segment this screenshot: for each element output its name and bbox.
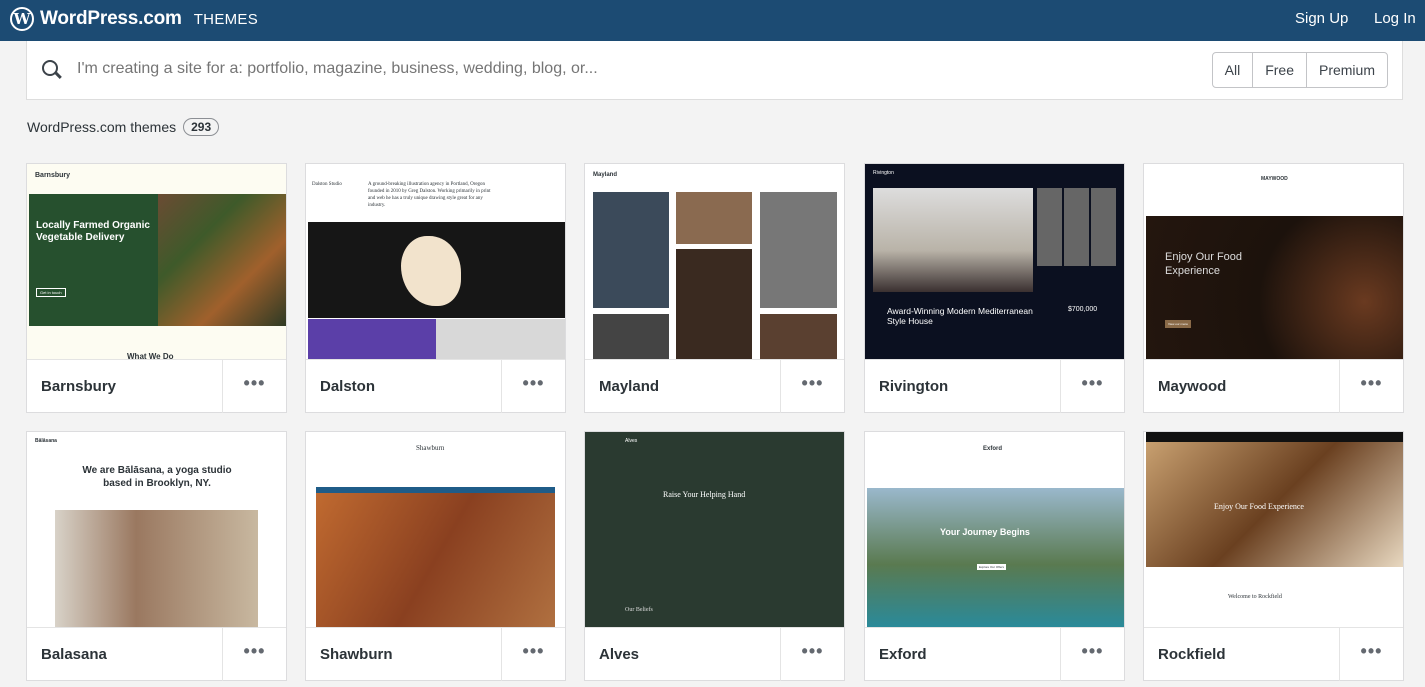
- themes-label: WordPress.com themes: [27, 119, 177, 135]
- preview-button: Get in touch: [36, 288, 66, 297]
- more-options-icon[interactable]: •••: [501, 628, 565, 681]
- theme-card[interactable]: Alves Raise Your Helping Hand Our Beliefs …: [584, 431, 845, 681]
- filter-all[interactable]: All: [1213, 53, 1253, 87]
- preview-headline: Enjoy Our Food Experience: [1165, 251, 1243, 277]
- search-input[interactable]: [77, 60, 1177, 78]
- theme-name[interactable]: Shawburn: [320, 646, 393, 663]
- theme-preview[interactable]: Shawburn: [306, 432, 565, 627]
- search-icon[interactable]: [42, 60, 58, 76]
- theme-card-footer: Alves •••: [585, 627, 844, 681]
- filter-free[interactable]: Free: [1252, 53, 1306, 87]
- theme-preview[interactable]: Bālāsana We are Bālāsana, a yoga studio b…: [27, 432, 286, 627]
- brand-section: THEMES: [193, 10, 259, 28]
- preview-headline: We are Bālāsana, a yoga studio based in …: [82, 465, 232, 489]
- theme-name[interactable]: Balasana: [41, 646, 107, 663]
- theme-name[interactable]: Mayland: [599, 378, 659, 395]
- preview-site-title: Dalston Studio: [312, 182, 342, 187]
- preview-button: Explore Our Offers: [977, 564, 1006, 570]
- theme-card-footer: Rivington •••: [865, 359, 1124, 413]
- theme-card-footer: Dalston •••: [306, 359, 565, 413]
- theme-card-footer: Balasana •••: [27, 627, 286, 681]
- more-options-icon[interactable]: •••: [501, 360, 565, 413]
- sign-up-link[interactable]: Sign Up: [1295, 10, 1348, 27]
- preview-section: What We Do: [127, 352, 174, 359]
- theme-card[interactable]: Shawburn Shawburn •••: [305, 431, 566, 681]
- preview-price: $700,000: [1068, 306, 1098, 313]
- theme-card-footer: Maywood •••: [1144, 359, 1403, 413]
- filter-premium[interactable]: Premium: [1305, 53, 1387, 87]
- wordpress-logo[interactable]: W WordPress.com THEMES: [10, 7, 258, 31]
- preview-section: Welcome to Rockfield: [1228, 594, 1282, 600]
- theme-preview[interactable]: Dalston Studio A ground-breaking illustra…: [306, 164, 565, 359]
- preview-headline: Enjoy Our Food Experience: [1214, 502, 1304, 511]
- more-options-icon[interactable]: •••: [222, 360, 286, 413]
- theme-preview[interactable]: MAYWOOD Enjoy Our Food Experience View our…: [1144, 164, 1403, 359]
- top-bar: W WordPress.com THEMES Sign Up Log In: [0, 0, 1425, 41]
- log-in-link[interactable]: Log In: [1374, 10, 1416, 27]
- theme-name[interactable]: Rockfield: [1158, 646, 1226, 663]
- theme-card[interactable]: Dalston Studio A ground-breaking illustra…: [305, 163, 566, 413]
- preview-site-title: Shawburn: [416, 444, 445, 452]
- more-options-icon[interactable]: •••: [1339, 628, 1403, 681]
- preview-section: Our Beliefs: [625, 607, 653, 613]
- search-bar: All Free Premium: [26, 41, 1403, 100]
- preview-button: View our menu: [1165, 320, 1191, 328]
- preview-headline: Raise Your Helping Hand: [663, 490, 746, 499]
- preview-site-title: Bālāsana: [35, 438, 57, 444]
- more-options-icon[interactable]: •••: [1060, 360, 1124, 413]
- theme-name[interactable]: Rivington: [879, 378, 948, 395]
- more-options-icon[interactable]: •••: [1339, 360, 1403, 413]
- wordpress-icon: W: [10, 7, 34, 31]
- preview-site-title: Barnsbury: [35, 172, 71, 179]
- theme-card-footer: Barnsbury •••: [27, 359, 286, 413]
- preview-headline: Locally Farmed Organic Vegetable Deliver…: [36, 220, 150, 243]
- theme-preview[interactable]: Mayland: [585, 164, 844, 359]
- theme-name[interactable]: Dalston: [320, 378, 375, 395]
- more-options-icon[interactable]: •••: [780, 628, 844, 681]
- theme-card[interactable]: Barnsbury Locally Farmed Organic Vegetabl…: [26, 163, 287, 413]
- theme-card[interactable]: MAYWOOD Enjoy Our Food Experience View our…: [1143, 163, 1404, 413]
- more-options-icon[interactable]: •••: [780, 360, 844, 413]
- theme-preview[interactable]: Enjoy Our Food Experience Welcome to Rock…: [1144, 432, 1403, 627]
- themes-heading: WordPress.com themes 293: [27, 118, 220, 136]
- theme-card[interactable]: Rivington Award-Winning Modern Mediterran…: [864, 163, 1125, 413]
- price-filter: All Free Premium: [1211, 52, 1388, 88]
- theme-name[interactable]: Barnsbury: [41, 378, 116, 395]
- themes-count-badge: 293: [183, 118, 220, 136]
- theme-card[interactable]: Enjoy Our Food Experience Welcome to Rock…: [1143, 431, 1404, 681]
- preview-headline: Your Journey Begins: [940, 527, 1030, 537]
- theme-preview[interactable]: Exford Your Journey Begins Explore Our Off…: [865, 432, 1124, 627]
- more-options-icon[interactable]: •••: [1060, 628, 1124, 681]
- theme-card[interactable]: Exford Your Journey Begins Explore Our Off…: [864, 431, 1125, 681]
- theme-name[interactable]: Maywood: [1158, 378, 1226, 395]
- theme-preview[interactable]: Barnsbury Locally Farmed Organic Vegetabl…: [27, 164, 286, 359]
- preview-site-title: Exford: [983, 446, 1003, 452]
- theme-preview[interactable]: Rivington Award-Winning Modern Mediterran…: [865, 164, 1124, 359]
- preview-site-title: Mayland: [593, 172, 618, 178]
- theme-card-footer: Rockfield •••: [1144, 627, 1403, 681]
- more-options-icon[interactable]: •••: [222, 628, 286, 681]
- theme-card-footer: Mayland •••: [585, 359, 844, 413]
- preview-site-title: Alves: [625, 438, 638, 444]
- theme-card-footer: Shawburn •••: [306, 627, 565, 681]
- preview-headline: A ground-breaking illustration agency in…: [368, 182, 491, 208]
- theme-card-footer: Exford •••: [865, 627, 1124, 681]
- theme-card[interactable]: Bālāsana We are Bālāsana, a yoga studio b…: [26, 431, 287, 681]
- preview-site-title: Rivington: [873, 170, 894, 176]
- preview-headline: Award-Winning Modern Mediterranean Style…: [887, 306, 1033, 326]
- preview-site-title: MAYWOOD: [1261, 176, 1288, 182]
- brand-name: WordPress.com: [40, 8, 182, 29]
- theme-name[interactable]: Alves: [599, 646, 639, 663]
- theme-card[interactable]: Mayland Mayland •••: [584, 163, 845, 413]
- theme-name[interactable]: Exford: [879, 646, 927, 663]
- theme-preview[interactable]: Alves Raise Your Helping Hand Our Beliefs: [585, 432, 844, 627]
